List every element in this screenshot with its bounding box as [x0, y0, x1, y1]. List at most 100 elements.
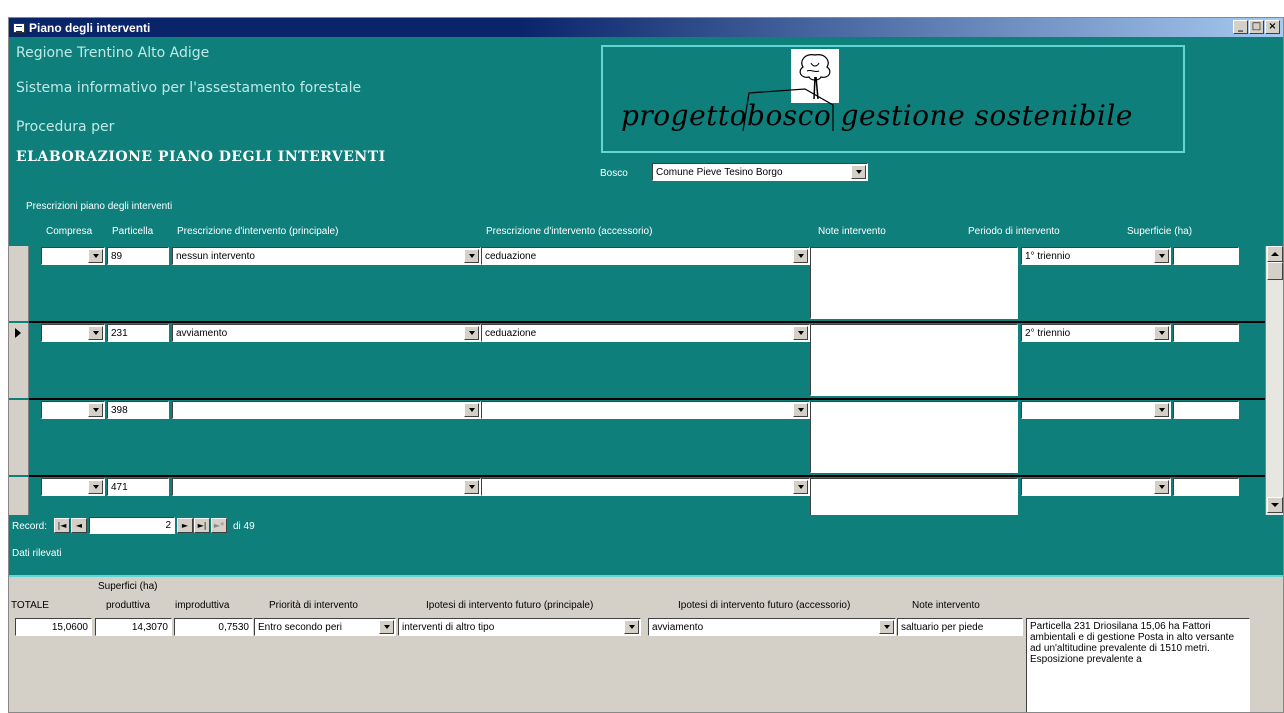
- accessorio-select[interactable]: ceduazione: [481, 247, 810, 265]
- scroll-thumb[interactable]: [1267, 262, 1283, 280]
- row-divider: [29, 398, 1265, 400]
- subform-scrollbar[interactable]: [1265, 246, 1283, 515]
- periodo-select[interactable]: 1° triennio: [1021, 247, 1171, 265]
- last-record-button[interactable]: ►|: [194, 518, 210, 533]
- ipotesi-principale-value: interventi di altro tipo: [402, 621, 495, 633]
- descrizione-memo[interactable]: Particella 231 Driosilana 15,06 ha Fatto…: [1026, 618, 1250, 712]
- accessorio-select[interactable]: [481, 478, 810, 496]
- dati-rilevati-panel: Superfici (ha) TOTALE produttiva improdu…: [9, 575, 1283, 712]
- interventions-subform: 89 nessun intervento ceduazione 1° trien…: [9, 246, 1265, 515]
- record-number-input[interactable]: 2: [89, 517, 175, 534]
- row-selector[interactable]: [9, 477, 29, 515]
- periodo-select[interactable]: [1021, 401, 1171, 419]
- main-window: Piano degli interventi _ □ × Regione Tre…: [8, 17, 1284, 713]
- new-record-button[interactable]: ►*: [211, 518, 227, 533]
- superficie-field[interactable]: [1173, 247, 1239, 265]
- close-button[interactable]: ×: [1265, 20, 1280, 34]
- region-label: Regione Trentino Alto Adige: [16, 45, 210, 61]
- chevron-down-icon[interactable]: [1154, 326, 1169, 340]
- bosco-value: Comune Pieve Tesino Borgo: [656, 166, 783, 178]
- chevron-down-icon[interactable]: [793, 403, 808, 417]
- logo-panel: progettobosco gestione sostenibile: [601, 45, 1185, 153]
- window-title: Piano degli interventi: [29, 20, 151, 35]
- title-bar: Piano degli interventi _ □ ×: [9, 18, 1283, 37]
- priorita-value: Entro secondo peri: [258, 621, 342, 633]
- accessorio-select[interactable]: [481, 401, 810, 419]
- compresa-select[interactable]: [41, 401, 105, 419]
- record-total: di 49: [233, 521, 255, 532]
- dati-caption: Dati rilevati: [12, 548, 62, 559]
- first-record-button[interactable]: |◄: [54, 518, 70, 533]
- chevron-down-icon[interactable]: [88, 403, 103, 417]
- compresa-select[interactable]: [41, 324, 105, 342]
- particella-field[interactable]: 231: [107, 324, 169, 342]
- note-field[interactable]: [810, 401, 1018, 473]
- bosco-select[interactable]: Comune Pieve Tesino Borgo: [652, 163, 868, 181]
- periodo-value: 2° triennio: [1025, 327, 1071, 339]
- bosco-dropdown-icon[interactable]: [851, 165, 866, 179]
- principale-select[interactable]: nessun intervento: [172, 247, 481, 265]
- row-selector[interactable]: [9, 400, 29, 475]
- maximize-button[interactable]: □: [1249, 20, 1264, 34]
- current-record-icon: [15, 328, 21, 338]
- note-field[interactable]: [810, 478, 1018, 515]
- periodo-select[interactable]: 2° triennio: [1021, 324, 1171, 342]
- principale-value: avviamento: [176, 327, 228, 339]
- prev-record-button[interactable]: ◄: [71, 518, 87, 533]
- scroll-up-icon[interactable]: [1267, 246, 1283, 262]
- periodo-select[interactable]: [1021, 478, 1171, 496]
- next-record-button[interactable]: ►: [177, 518, 193, 533]
- chevron-down-icon[interactable]: [1154, 403, 1169, 417]
- superficie-field[interactable]: [1173, 324, 1239, 342]
- particella-field[interactable]: 398: [107, 401, 169, 419]
- chevron-down-icon[interactable]: [88, 326, 103, 340]
- form-icon: [13, 22, 25, 33]
- row-divider: [29, 475, 1265, 477]
- note-field[interactable]: [810, 324, 1018, 396]
- ipotesi-principale-select[interactable]: interventi di altro tipo: [398, 618, 641, 636]
- superficie-field[interactable]: [1173, 478, 1239, 496]
- compresa-select[interactable]: [41, 478, 105, 496]
- priorita-select[interactable]: Entro secondo peri: [254, 618, 396, 636]
- chevron-down-icon[interactable]: [793, 249, 808, 263]
- chevron-down-icon[interactable]: [88, 249, 103, 263]
- note-intervento-field[interactable]: saltuario per piede: [897, 618, 1023, 636]
- chevron-down-icon[interactable]: [379, 620, 394, 634]
- scroll-down-icon[interactable]: [1267, 497, 1283, 513]
- totale-field[interactable]: 15,0600: [15, 618, 92, 636]
- compresa-select[interactable]: [41, 247, 105, 265]
- improduttiva-field[interactable]: 0,7530: [174, 618, 253, 636]
- principale-value: nessun intervento: [176, 250, 255, 262]
- chevron-down-icon[interactable]: [1154, 480, 1169, 494]
- chevron-down-icon[interactable]: [88, 480, 103, 494]
- superficie-field[interactable]: [1173, 401, 1239, 419]
- produttiva-field[interactable]: 14,3070: [95, 618, 172, 636]
- improduttiva-label: improduttiva: [175, 600, 230, 611]
- chevron-down-icon[interactable]: [793, 480, 808, 494]
- chevron-down-icon[interactable]: [793, 326, 808, 340]
- accessorio-select[interactable]: ceduazione: [481, 324, 810, 342]
- chevron-down-icon[interactable]: [464, 403, 479, 417]
- totale-label: TOTALE: [11, 600, 49, 611]
- chevron-down-icon[interactable]: [1154, 249, 1169, 263]
- principale-select[interactable]: [172, 401, 481, 419]
- col-periodo: Periodo di intervento: [968, 226, 1060, 237]
- minimize-button[interactable]: _: [1233, 20, 1248, 34]
- chevron-down-icon[interactable]: [624, 620, 639, 634]
- ipotesi-accessorio-select[interactable]: avviamento: [648, 618, 896, 636]
- chevron-down-icon[interactable]: [464, 480, 479, 494]
- chevron-down-icon[interactable]: [464, 326, 479, 340]
- superfici-label: Superfici (ha): [98, 581, 158, 592]
- row-selector-current[interactable]: [9, 323, 29, 398]
- row-selector[interactable]: [9, 246, 29, 321]
- particella-field[interactable]: 89: [107, 247, 169, 265]
- note-field[interactable]: [810, 247, 1018, 319]
- particella-field[interactable]: 471: [107, 478, 169, 496]
- chevron-down-icon[interactable]: [464, 249, 479, 263]
- row-divider: [29, 321, 1265, 323]
- principale-select[interactable]: [172, 478, 481, 496]
- ipotesi-accessorio-label: Ipotesi di intervento futuro (accessorio…: [678, 600, 851, 611]
- principale-select[interactable]: avviamento: [172, 324, 481, 342]
- chevron-down-icon[interactable]: [879, 620, 894, 634]
- window-controls: _ □ ×: [1233, 20, 1280, 34]
